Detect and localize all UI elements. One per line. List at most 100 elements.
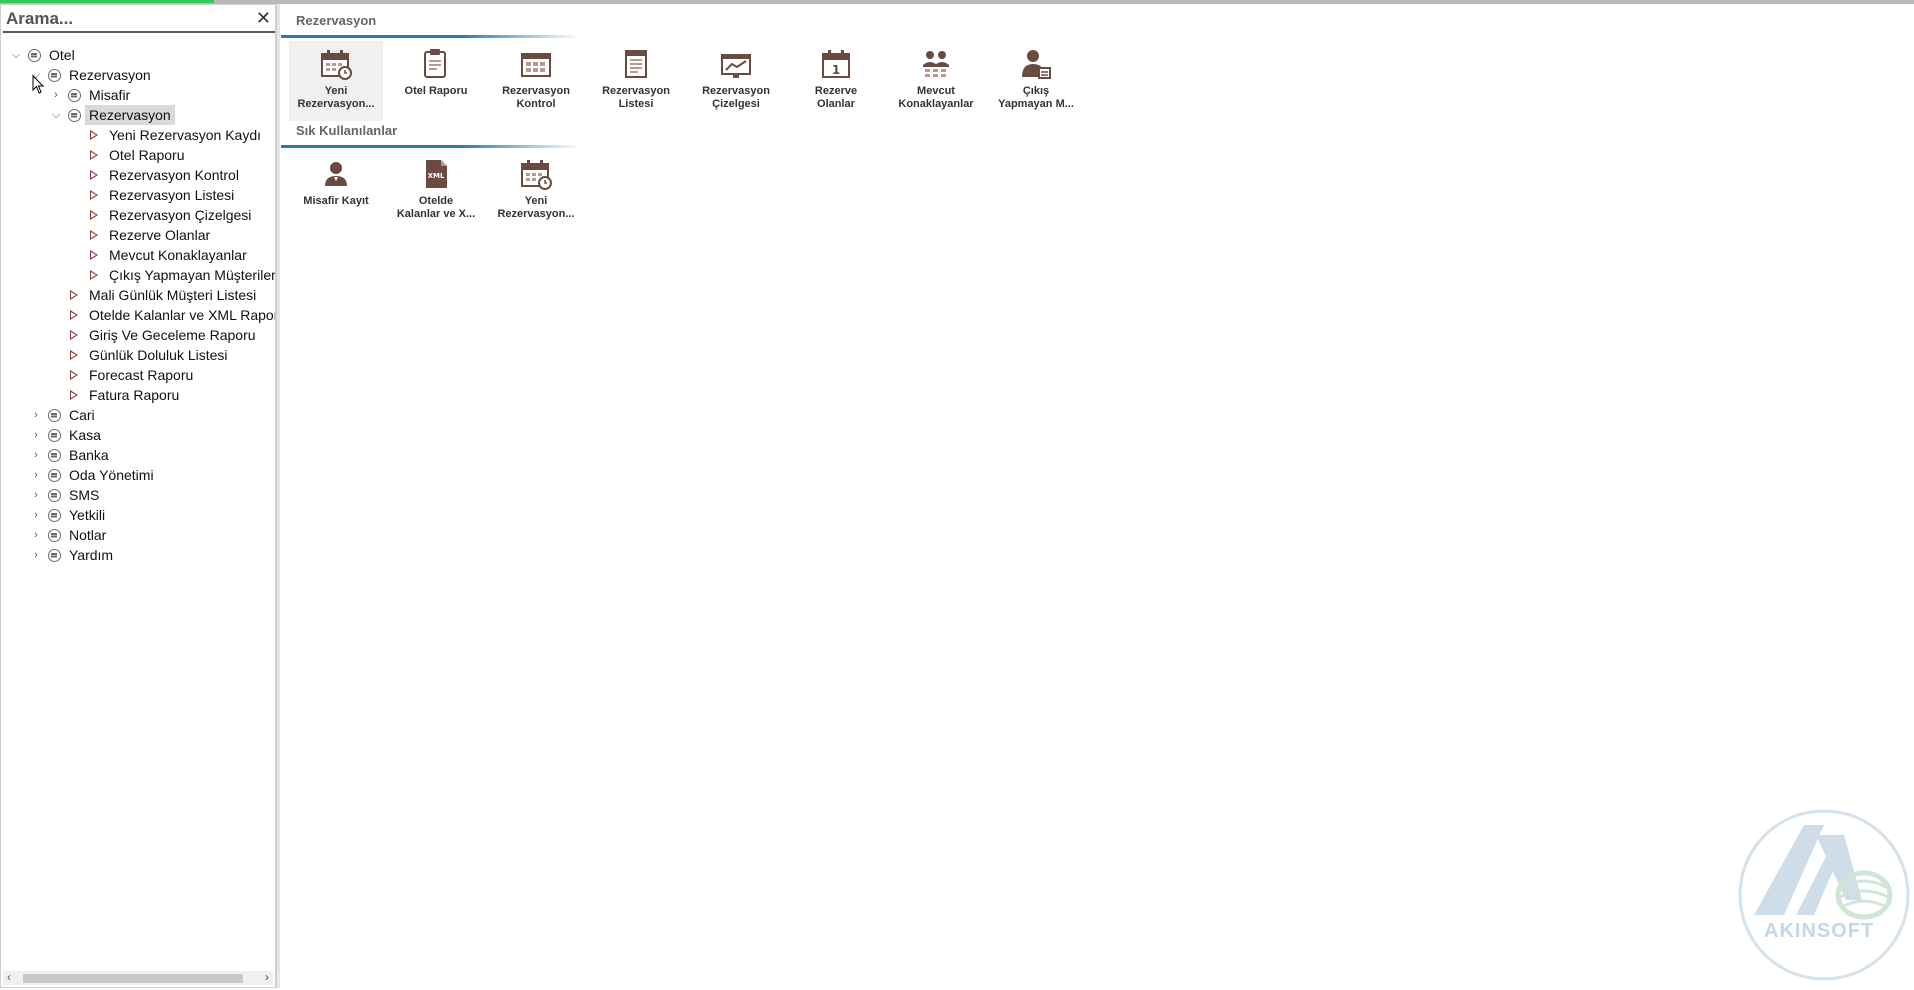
leaf-arrow-icon [70,310,78,320]
tile-misafir-kayit[interactable]: Misafir Kayıt [289,151,383,231]
chevron-right-icon[interactable]: › [29,465,43,485]
leaf-arrow-icon [90,210,98,220]
tile-otelde-kalanlar[interactable]: XML Otelde Kalanlar ve X... [389,151,483,231]
tree-item-oda-yonetimi[interactable]: › Oda Yönetimi [1,465,271,485]
tree-item-label: SMS [69,487,100,503]
chevron-right-icon[interactable]: › [29,505,43,525]
tile-label: Yapmayan M... [998,98,1074,110]
tile-label: Kontrol [516,98,556,110]
tree-item-label: Banka [69,447,109,463]
chevron-right-icon[interactable]: › [29,425,43,445]
chevron-down-icon[interactable]: ⌵ [9,45,23,65]
tile-rezerve-olanlar[interactable]: 1 Rezerve Olanlar [789,41,883,121]
mouse-cursor-icon [32,75,45,94]
tile-yeni-rezervasyon-fav[interactable]: Yeni Rezervasyon... [489,151,583,231]
tree-item-yetkili[interactable]: › Yetkili [1,505,271,525]
tree-item-gunluk-doluluk[interactable]: Günlük Doluluk Listesi [1,345,275,365]
tree-item-kasa[interactable]: › Kasa [1,425,271,445]
navigation-panel: Arama... ✕ ⌵ Otel ⌵ Rezervasyon › Misafi… [0,4,276,988]
content-area: Rezervasyon Yeni Rezervasyon... Otel Rap… [281,4,1914,988]
tile-label: Çıkış [1022,85,1050,97]
svg-text:1: 1 [832,63,840,77]
chevron-right-icon[interactable]: › [49,85,63,105]
tree-item-mevcut-konaklayanlar[interactable]: Mevcut Konaklayanlar [1,245,275,265]
tile-rezervasyon-listesi[interactable]: Rezervasyon Listesi [589,41,683,121]
tree-item-mali-gunluk[interactable]: Mali Günlük Müşteri Listesi [1,285,275,305]
tile-rezervasyon-cizelgesi[interactable]: Rezervasyon Çizelgesi [689,41,783,121]
grid-calendar-icon [521,53,551,77]
leaf-arrow-icon [90,230,98,240]
menu-tree: ⌵ Otel ⌵ Rezervasyon › Misafir ⌵ Rezerva… [1,37,275,937]
leaf-arrow-icon [70,390,78,400]
scroll-left-icon[interactable]: ‹ [7,970,11,984]
scrollbar-thumb[interactable] [23,974,243,983]
tree-item-label: Yetkili [69,507,106,523]
calendar-clock-icon [321,50,352,80]
tree-item-rezervasyon[interactable]: ⌵ Rezervasyon [1,105,271,125]
leaf-arrow-icon [90,190,98,200]
tree-item-cikis-yapmayan[interactable]: Çıkış Yapmayan Müşteriler [1,265,275,285]
tree-item-notlar[interactable]: › Notlar [1,525,271,545]
chevron-right-icon[interactable]: › [29,525,43,545]
tree-item-label: Rezervasyon Listesi [109,187,235,203]
tree-item-forecast[interactable]: Forecast Raporu [1,365,275,385]
search-box[interactable]: Arama... ✕ [3,5,275,33]
tile-yeni-rezervasyon[interactable]: Yeni Rezervasyon... [289,41,383,121]
tree-item-sms[interactable]: › SMS [1,485,271,505]
brand-name: AKINSOFT [1764,920,1875,942]
tile-label: Rezervasyon [602,85,670,97]
tile-label: Misafir Kayıt [303,195,369,207]
tree-item-rezerve-olanlar[interactable]: Rezerve Olanlar [1,225,275,245]
node-icon [48,429,61,442]
chevron-right-icon[interactable]: › [29,405,43,425]
horizontal-scrollbar[interactable]: ‹ › [3,970,273,985]
tree-item-label: Giriş Ve Geceleme Raporu [89,327,256,343]
panel-splitter[interactable] [276,4,280,988]
person-card-icon [1022,50,1051,79]
leaf-arrow-icon [90,150,98,160]
tree-item-label: Oda Yönetimi [69,467,154,483]
node-icon [28,49,41,62]
calendar-one-icon: 1 [822,50,850,78]
tile-mevcut-konaklayanlar[interactable]: Mevcut Konaklayanlar [889,41,983,121]
tile-cikis-yapmayan[interactable]: Çıkış Yapmayan M... [989,41,1083,121]
tree-item-label: Günlük Doluluk Listesi [89,347,228,363]
tree-item-rezervasyon-listesi[interactable]: Rezervasyon Listesi [1,185,275,205]
tile-label: Rezerve [814,85,858,97]
tile-rezervasyon-kontrol[interactable]: Rezervasyon Kontrol [489,41,583,121]
tree-item-fatura[interactable]: Fatura Raporu [1,385,275,405]
node-icon [48,469,61,482]
tree-item-label: Rezervasyon Kontrol [109,167,239,183]
tree-item-yardim[interactable]: › Yardım [1,545,271,565]
tree-item-otelde-kalanlar[interactable]: Otelde Kalanlar ve XML Raporu [1,305,275,325]
scroll-right-icon[interactable]: › [265,970,269,984]
tile-label: Kalanlar ve X... [396,208,476,220]
tree-item-otel[interactable]: ⌵ Otel [1,45,271,65]
tree-item-rezervasyon-cizelgesi[interactable]: Rezervasyon Çizelgesi [1,205,275,225]
node-icon [48,69,61,82]
akinsoft-logo-icon [1738,809,1910,981]
chevron-down-icon[interactable]: ⌵ [49,105,63,125]
search-placeholder[interactable]: Arama... [6,9,73,29]
chevron-right-icon[interactable]: › [29,445,43,465]
akinsoft-logo: AKINSOFT [1734,805,1914,990]
node-icon [48,449,61,462]
leaf-arrow-icon [90,170,98,180]
tree-item-rezervasyon-kontrol[interactable]: Rezervasyon Kontrol [1,165,275,185]
section-title-favorites: Sık Kullanılanlar [296,123,398,138]
chevron-right-icon[interactable]: › [29,485,43,505]
tree-item-otel-raporu[interactable]: Otel Raporu [1,145,275,165]
tree-item-cari[interactable]: › Cari [1,405,271,425]
tree-item-banka[interactable]: › Banka [1,445,271,465]
section-divider [281,35,581,38]
tree-item-label: Mali Günlük Müşteri Listesi [89,287,257,303]
tree-item-yeni-rezervasyon-kaydi[interactable]: Yeni Rezervasyon Kaydı [1,125,275,145]
section-divider [281,145,581,148]
chevron-right-icon[interactable]: › [29,545,43,565]
people-group-icon [923,51,949,77]
leaf-arrow-icon [70,290,78,300]
leaf-arrow-icon [90,270,98,280]
tile-otel-raporu[interactable]: Otel Raporu [389,41,483,121]
close-icon[interactable]: ✕ [256,8,271,29]
tree-item-giris-geceleme[interactable]: Giriş Ve Geceleme Raporu [1,325,275,345]
